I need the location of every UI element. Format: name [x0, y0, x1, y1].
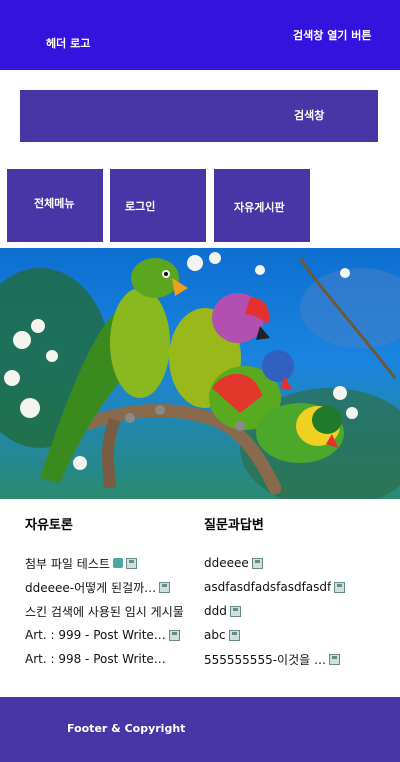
list-item[interactable]: Art. : 999 - Post Write… — [25, 623, 205, 647]
list-item-title[interactable]: ddeeee-어떻게 된걸까… — [25, 579, 156, 596]
list-item-title[interactable]: Art. : 999 - Post Write… — [25, 628, 166, 642]
header-logo[interactable]: 헤더 로고 — [46, 35, 90, 51]
nav-all-menu-button[interactable]: 전체메뉴 — [7, 169, 103, 242]
list-item[interactable]: ddeeee — [204, 551, 384, 575]
search-bar[interactable]: 검색창 — [20, 90, 378, 142]
parrots-illustration — [0, 252, 400, 499]
save-icon — [125, 557, 137, 569]
list-item-title[interactable]: 스킨 검색에 사용된 임시 게시물 — [25, 603, 184, 620]
free-board-title[interactable]: 자유토론 — [25, 518, 205, 534]
list-item[interactable]: 555555555-이것을 … — [204, 647, 384, 671]
nav-item-label: 로그인 — [125, 200, 156, 213]
list-item-title[interactable]: 첨부 파일 테스트 — [25, 555, 110, 572]
site-footer: Footer & Copyright — [0, 697, 400, 762]
save-icon — [334, 581, 346, 593]
search-label: 검색창 — [294, 109, 325, 122]
save-icon — [168, 629, 180, 641]
attach-icon — [112, 558, 123, 568]
footer-copyright: Footer & Copyright — [67, 722, 186, 735]
list-item[interactable]: ddeeee-어떻게 된걸까… — [25, 575, 205, 599]
list-item-title[interactable]: abc — [204, 628, 226, 642]
site-header: 헤더 로고 검색창 열기 버튼 — [0, 0, 400, 70]
list-item[interactable]: ddd — [204, 599, 384, 623]
list-item[interactable]: asdfasdfadsfasdfasdf — [204, 575, 384, 599]
nav-free-board-button[interactable]: 자유게시판 — [214, 169, 310, 242]
free-board: 자유토론 첨부 파일 테스트 ddeeee-어떻게 된걸까… 스킨 검색에 사용… — [25, 518, 205, 671]
nav-login-button[interactable]: 로그인 — [110, 169, 206, 242]
save-icon — [228, 629, 240, 641]
list-item[interactable]: 스킨 검색에 사용된 임시 게시물 — [25, 599, 205, 623]
nav-item-label: 자유게시판 — [234, 201, 285, 214]
nav-item-label: 전체메뉴 — [34, 197, 75, 210]
list-item[interactable]: abc — [204, 623, 384, 647]
save-icon — [251, 557, 263, 569]
save-icon — [229, 605, 241, 617]
qna-board-title[interactable]: 질문과답변 — [204, 518, 384, 534]
list-item[interactable]: 첨부 파일 테스트 — [25, 551, 205, 575]
list-item-title[interactable]: 555555555-이것을 … — [204, 651, 326, 668]
list-item-title[interactable]: asdfasdfadsfasdfasdf — [204, 580, 331, 594]
list-item[interactable]: Art. : 998 - Post Write… — [25, 647, 205, 671]
search-open-button[interactable]: 검색창 열기 버튼 — [293, 27, 372, 43]
save-icon — [328, 653, 340, 665]
qna-board: 질문과답변 ddeeee asdfasdfadsfasdfasdf ddd ab… — [204, 518, 384, 671]
list-item-title[interactable]: ddd — [204, 604, 227, 618]
hero-image — [0, 248, 400, 499]
save-icon — [159, 581, 171, 593]
list-item-title[interactable]: Art. : 998 - Post Write… — [25, 652, 166, 666]
list-item-title[interactable]: ddeeee — [204, 556, 249, 570]
